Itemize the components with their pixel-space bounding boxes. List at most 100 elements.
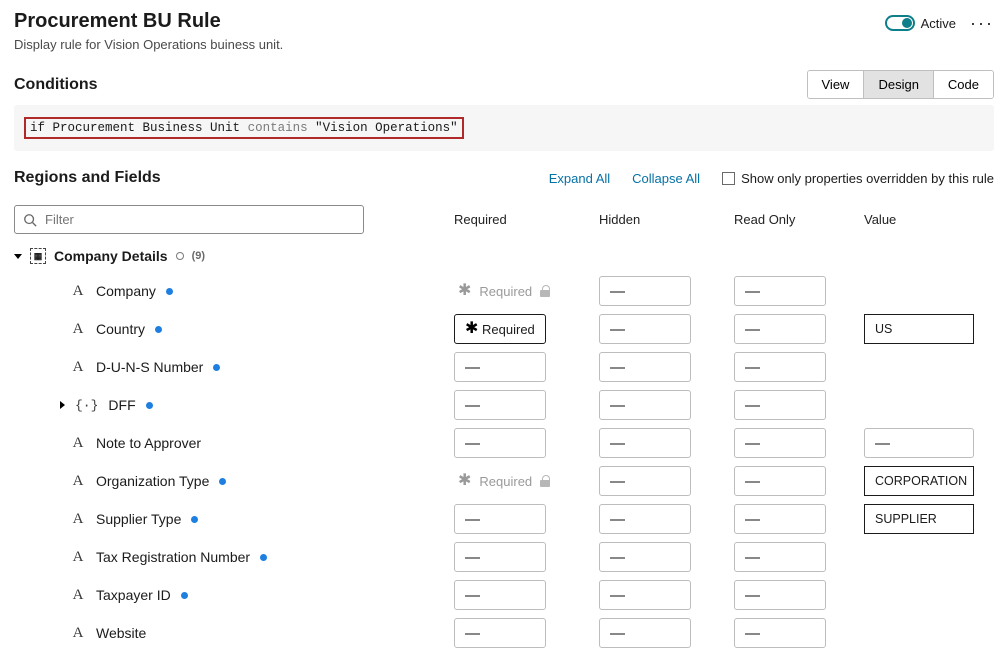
value-cell[interactable]: SUPPLIER [864,504,974,534]
hidden-cell[interactable]: — [599,580,691,610]
active-toggle[interactable] [885,15,915,31]
col-hidden: Hidden [599,212,734,227]
text-type-icon: A [70,473,86,490]
expand-all-link[interactable]: Expand All [549,171,610,186]
show-overridden-label: Show only properties overridden by this … [741,171,994,186]
value-cell[interactable]: CORPORATION [864,466,974,496]
hidden-cell[interactable]: — [599,352,691,382]
override-dot-icon [146,402,153,409]
text-type-icon: A [70,359,86,376]
hidden-cell[interactable]: — [599,466,691,496]
override-dot-icon [166,288,173,295]
field-row-website: A Website — — — [14,614,994,652]
page-subtitle: Display rule for Vision Operations buine… [14,37,283,52]
search-icon [23,213,37,227]
required-locked: ✱ Required [454,473,599,489]
hidden-cell[interactable]: — [599,618,691,648]
readonly-cell[interactable]: — [734,276,826,306]
page-title: Procurement BU Rule [14,10,283,33]
required-cell[interactable]: — [454,618,546,648]
readonly-cell[interactable]: — [734,542,826,572]
group-count: (9) [192,250,205,262]
col-readonly: Read Only [734,212,864,227]
collapse-all-link[interactable]: Collapse All [632,171,700,186]
tab-code[interactable]: Code [933,71,993,98]
text-type-icon: A [70,511,86,528]
field-row-company: A Company ✱ Required — — [14,272,994,310]
override-dot-icon [213,364,220,371]
condition-value: "Vision Operations" [315,121,458,135]
field-row-orgtype: A Organization Type ✱ Required — — CORPO… [14,462,994,500]
readonly-cell[interactable]: — [734,352,826,382]
object-type-icon: {·} [75,398,98,413]
value-cell[interactable]: — [864,428,974,458]
required-cell[interactable]: — [454,580,546,610]
chevron-right-icon[interactable] [60,401,65,409]
field-row-suptype: A Supplier Type — — — SUPPLIER [14,500,994,538]
field-label: Supplier Type [96,511,181,527]
override-dot-icon [219,478,226,485]
lock-icon [540,285,550,297]
override-dot-icon [260,554,267,561]
active-toggle-label: Active [921,16,956,31]
required-cell[interactable]: — [454,504,546,534]
col-required: Required [454,212,599,227]
hidden-cell[interactable]: — [599,542,691,572]
hidden-cell[interactable]: — [599,504,691,534]
condition-if: if [30,121,45,135]
col-value: Value [864,212,994,227]
readonly-cell[interactable]: — [734,390,826,420]
text-type-icon: A [70,625,86,642]
field-row-note: A Note to Approver — — — — [14,424,994,462]
readonly-cell[interactable]: — [734,580,826,610]
field-row-taxreg: A Tax Registration Number — — — [14,538,994,576]
region-icon: ▦ [30,248,46,264]
condition-operator: contains [248,121,308,135]
readonly-cell[interactable]: — [734,428,826,458]
override-dot-icon [155,326,162,333]
required-cell[interactable]: — [454,428,546,458]
override-dot-icon [191,516,198,523]
readonly-cell[interactable]: — [734,314,826,344]
text-type-icon: A [70,587,86,604]
required-locked-label: Required [479,474,532,489]
hidden-cell[interactable]: — [599,276,691,306]
field-row-duns: A D-U-N-S Number — — — [14,348,994,386]
readonly-cell[interactable]: — [734,618,826,648]
lock-icon [540,475,550,487]
field-label: Note to Approver [96,435,201,451]
text-type-icon: A [70,435,86,452]
tab-design[interactable]: Design [863,71,932,98]
field-label: DFF [108,397,135,413]
asterisk-icon: ✱ [458,283,471,299]
readonly-cell[interactable]: — [734,504,826,534]
text-type-icon: A [70,283,86,300]
required-cell[interactable]: — [454,390,546,420]
hidden-cell[interactable]: — [599,314,691,344]
asterisk-icon: ✱ [458,473,471,489]
override-dot-icon [181,592,188,599]
more-actions-icon[interactable]: ··· [970,14,994,32]
group-company-details[interactable]: ▦ Company Details (9) [14,240,994,272]
required-cell[interactable]: — [454,542,546,572]
field-label: Website [96,625,146,641]
value-cell[interactable]: US [864,314,974,344]
required-cell[interactable]: — [454,352,546,382]
filter-input-wrapper [14,205,364,234]
group-label: Company Details [54,248,168,264]
field-label: Taxpayer ID [96,587,171,603]
required-locked: ✱ Required [454,283,599,299]
field-label: Organization Type [96,473,209,489]
text-type-icon: A [70,549,86,566]
regions-heading: Regions and Fields [14,169,161,187]
conditions-heading: Conditions [14,76,98,94]
condition-expression[interactable]: if Procurement Business Unit contains "V… [14,105,994,151]
filter-input[interactable] [45,212,355,227]
show-overridden-checkbox[interactable] [722,172,735,185]
hidden-cell[interactable]: — [599,428,691,458]
required-cell[interactable]: ✱ Required [454,314,546,344]
hidden-cell[interactable]: — [599,390,691,420]
tab-view[interactable]: View [808,71,864,98]
field-label: Country [96,321,145,337]
readonly-cell[interactable]: — [734,466,826,496]
